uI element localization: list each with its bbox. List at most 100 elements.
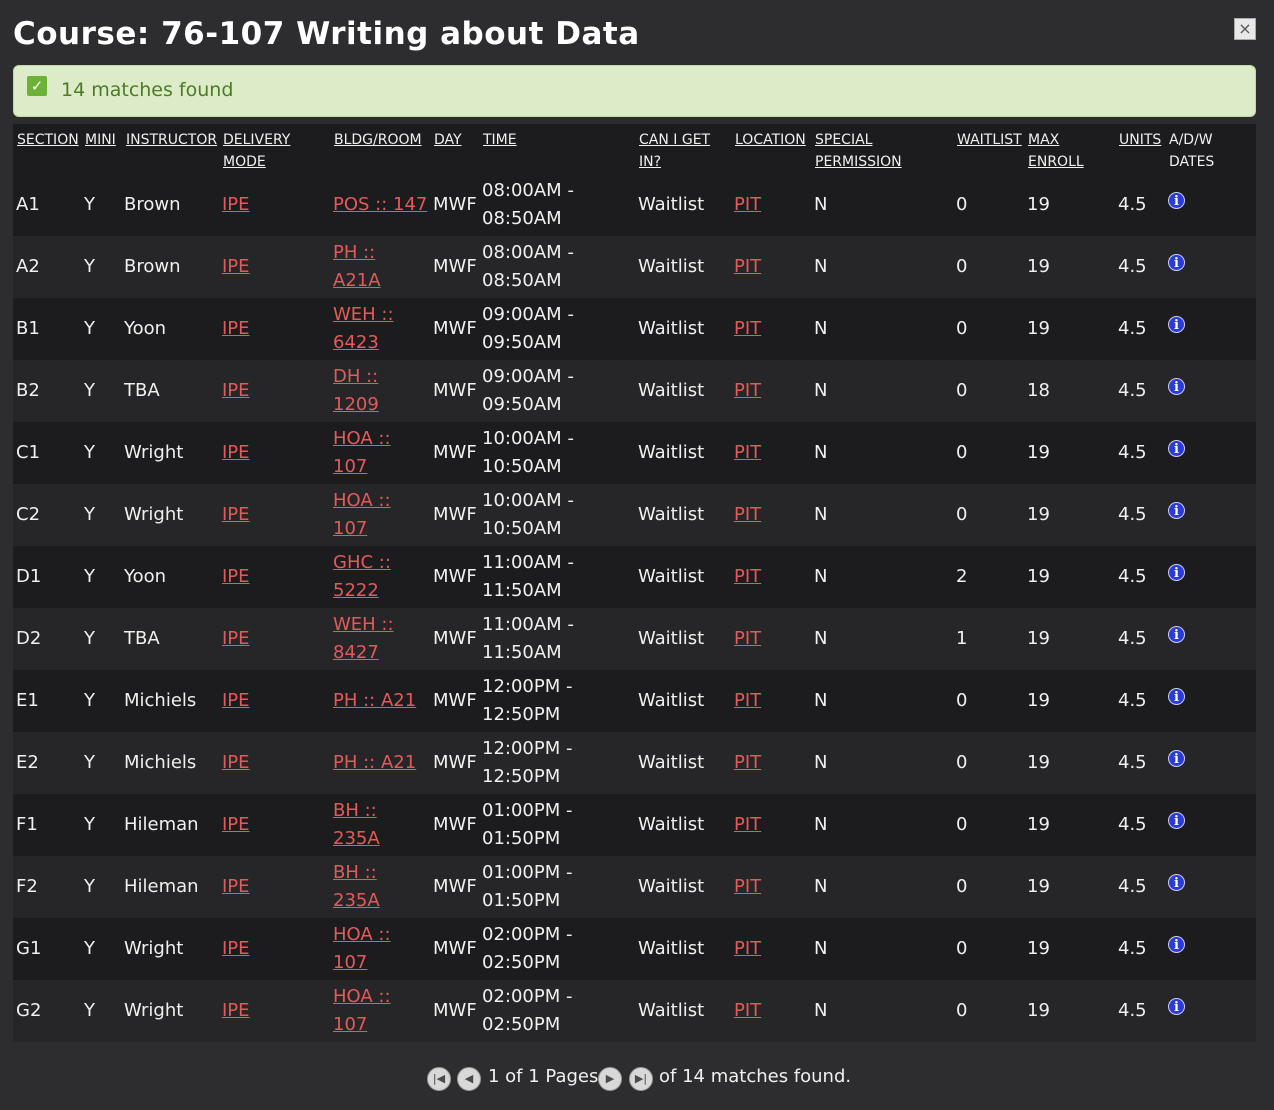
cell-special-permission: N: [814, 876, 828, 897]
cell-delivery-mode[interactable]: IPE: [222, 422, 250, 484]
sections-table: SECTION MINI INSTRUCTOR DELIVERY MODE BL…: [13, 124, 1256, 1042]
cell-bldg-room[interactable]: PH :: A21: [333, 670, 428, 732]
cell-location[interactable]: PIT: [734, 484, 761, 546]
col-bldg-room[interactable]: BLDG/ROOM: [334, 129, 422, 151]
col-day[interactable]: DAY: [434, 129, 462, 151]
cell-time: 02:00PM - 02:50PM: [482, 924, 573, 973]
table-row: A1 Y Brown IPE POS :: 147 MWF 08:00AM - 08:50A…: [13, 174, 1256, 236]
col-can-i-get-in[interactable]: CAN I GET IN?: [639, 129, 719, 173]
info-icon[interactable]: i: [1168, 626, 1185, 643]
cell-can-i-get-in: Waitlist: [638, 318, 705, 339]
cell-delivery-mode[interactable]: IPE: [222, 174, 250, 236]
info-icon[interactable]: i: [1168, 564, 1185, 581]
table-row: A2 Y Brown IPE PH :: A21A MWF 08:00AM - 08:50A…: [13, 236, 1256, 298]
cell-location[interactable]: PIT: [734, 360, 761, 422]
cell-mini: Y: [84, 690, 95, 711]
cell-location[interactable]: PIT: [734, 794, 761, 856]
info-icon[interactable]: i: [1168, 688, 1185, 705]
last-page-icon[interactable]: ▶|: [629, 1067, 653, 1091]
col-instructor[interactable]: INSTRUCTOR: [126, 129, 217, 151]
info-icon[interactable]: i: [1168, 750, 1185, 767]
cell-location[interactable]: PIT: [734, 298, 761, 360]
table-row: G2 Y Wright IPE HOA :: 107 MWF 02:00PM - 02:50…: [13, 980, 1256, 1042]
cell-location[interactable]: PIT: [734, 608, 761, 670]
cell-units: 4.5: [1118, 938, 1147, 959]
info-icon[interactable]: i: [1168, 440, 1185, 457]
cell-delivery-mode[interactable]: IPE: [222, 670, 250, 732]
col-location[interactable]: LOCATION: [735, 129, 806, 151]
info-icon[interactable]: i: [1168, 192, 1185, 209]
cell-delivery-mode[interactable]: IPE: [222, 546, 250, 608]
cell-bldg-room[interactable]: HOA :: 107: [333, 422, 428, 484]
cell-location[interactable]: PIT: [734, 918, 761, 980]
cell-bldg-room[interactable]: PH :: A21A: [333, 236, 428, 298]
col-delivery-mode[interactable]: DELIVERY MODE: [223, 129, 313, 173]
cell-delivery-mode[interactable]: IPE: [222, 980, 250, 1042]
first-page-icon[interactable]: |◀: [427, 1067, 451, 1091]
info-icon[interactable]: i: [1168, 254, 1185, 271]
col-max-enroll[interactable]: MAX ENROLL: [1028, 129, 1093, 173]
info-icon[interactable]: i: [1168, 998, 1185, 1015]
cell-max-enroll: 19: [1027, 442, 1050, 463]
cell-location[interactable]: PIT: [734, 732, 761, 794]
col-time[interactable]: TIME: [483, 129, 517, 151]
cell-max-enroll: 19: [1027, 318, 1050, 339]
cell-delivery-mode[interactable]: IPE: [222, 794, 250, 856]
cell-mini: Y: [84, 938, 95, 959]
prev-page-icon[interactable]: ◀: [457, 1067, 481, 1091]
cell-delivery-mode[interactable]: IPE: [222, 856, 250, 918]
cell-mini: Y: [84, 504, 95, 525]
cell-location[interactable]: PIT: [734, 174, 761, 236]
cell-delivery-mode[interactable]: IPE: [222, 608, 250, 670]
cell-bldg-room[interactable]: HOA :: 107: [333, 980, 428, 1042]
cell-bldg-room[interactable]: DH :: 1209: [333, 360, 428, 422]
cell-bldg-room[interactable]: HOA :: 107: [333, 484, 428, 546]
cell-max-enroll: 19: [1027, 690, 1050, 711]
cell-location[interactable]: PIT: [734, 236, 761, 298]
cell-location[interactable]: PIT: [734, 670, 761, 732]
close-icon[interactable]: ×: [1234, 18, 1256, 40]
cell-bldg-room[interactable]: BH :: 235A: [333, 856, 428, 918]
cell-day: MWF: [433, 814, 477, 835]
table-row: C1 Y Wright IPE HOA :: 107 MWF 10:00AM - 10:50…: [13, 422, 1256, 484]
info-icon[interactable]: i: [1168, 316, 1185, 333]
info-icon[interactable]: i: [1168, 502, 1185, 519]
col-waitlist[interactable]: WAITLIST: [957, 129, 1022, 151]
info-icon[interactable]: i: [1168, 874, 1185, 891]
info-icon[interactable]: i: [1168, 812, 1185, 829]
cell-bldg-room[interactable]: HOA :: 107: [333, 918, 428, 980]
col-units[interactable]: UNITS: [1119, 129, 1161, 151]
cell-bldg-room[interactable]: WEH :: 6423: [333, 298, 428, 360]
cell-location[interactable]: PIT: [734, 422, 761, 484]
col-section[interactable]: SECTION: [17, 129, 79, 151]
col-mini[interactable]: MINI: [85, 129, 116, 151]
cell-location[interactable]: PIT: [734, 856, 761, 918]
cell-instructor: Hileman: [124, 876, 199, 897]
cell-bldg-room[interactable]: WEH :: 8427: [333, 608, 428, 670]
cell-waitlist: 0: [956, 442, 968, 463]
info-icon[interactable]: i: [1168, 936, 1185, 953]
cell-can-i-get-in: Waitlist: [638, 938, 705, 959]
table-body: A1 Y Brown IPE POS :: 147 MWF 08:00AM - 08:50A…: [13, 174, 1256, 1042]
info-icon[interactable]: i: [1168, 378, 1185, 395]
cell-bldg-room[interactable]: POS :: 147: [333, 174, 428, 236]
cell-bldg-room[interactable]: PH :: A21: [333, 732, 428, 794]
cell-delivery-mode[interactable]: IPE: [222, 360, 250, 422]
cell-units: 4.5: [1118, 876, 1147, 897]
cell-delivery-mode[interactable]: IPE: [222, 732, 250, 794]
cell-can-i-get-in: Waitlist: [638, 194, 705, 215]
cell-bldg-room[interactable]: GHC :: 5222: [333, 546, 428, 608]
cell-instructor: Michiels: [124, 690, 197, 711]
cell-delivery-mode[interactable]: IPE: [222, 298, 250, 360]
cell-delivery-mode[interactable]: IPE: [222, 236, 250, 298]
cell-waitlist: 0: [956, 256, 968, 277]
col-adw-dates: A/D/W DATES: [1169, 132, 1215, 170]
cell-location[interactable]: PIT: [734, 980, 761, 1042]
cell-instructor: Yoon: [124, 566, 167, 587]
col-special-permission[interactable]: SPECIAL PERMISSION: [815, 129, 915, 173]
next-page-icon[interactable]: ▶: [598, 1067, 622, 1091]
cell-bldg-room[interactable]: BH :: 235A: [333, 794, 428, 856]
cell-delivery-mode[interactable]: IPE: [222, 484, 250, 546]
cell-location[interactable]: PIT: [734, 546, 761, 608]
cell-delivery-mode[interactable]: IPE: [222, 918, 250, 980]
